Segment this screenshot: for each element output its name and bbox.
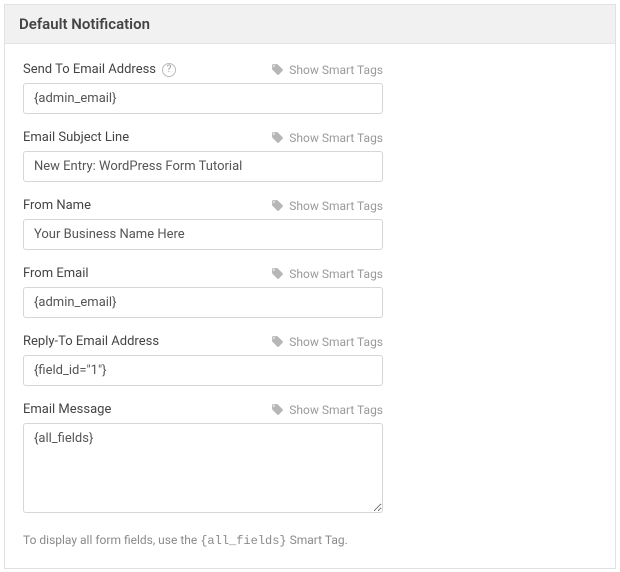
hint-suffix: Smart Tag. — [287, 533, 348, 547]
from-email-input[interactable] — [23, 287, 383, 318]
field-head: From Email Show Smart Tags — [23, 266, 383, 281]
hint-code: {all_fields} — [200, 534, 286, 548]
field-message: Email Message Show Smart Tags — [23, 402, 597, 517]
field-head: Email Message Show Smart Tags — [23, 402, 383, 417]
tag-icon — [271, 403, 284, 416]
panel-title: Default Notification — [19, 15, 601, 33]
smart-tags-label: Show Smart Tags — [289, 267, 383, 281]
smart-tags-label: Show Smart Tags — [289, 403, 383, 417]
smart-tags-label: Show Smart Tags — [289, 335, 383, 349]
field-head: From Name Show Smart Tags — [23, 198, 383, 213]
field-label-wrap: From Name — [23, 198, 91, 213]
tag-icon — [271, 63, 284, 76]
smart-tags-label: Show Smart Tags — [289, 199, 383, 213]
help-icon[interactable]: ? — [162, 63, 176, 77]
tag-icon — [271, 267, 284, 280]
panel-header: Default Notification — [5, 5, 615, 44]
label-from-name: From Name — [23, 198, 91, 213]
smart-tags-label: Show Smart Tags — [289, 131, 383, 145]
field-subject: Email Subject Line Show Smart Tags — [23, 130, 597, 182]
field-from-name: From Name Show Smart Tags — [23, 198, 597, 250]
send-to-input[interactable] — [23, 83, 383, 114]
show-smart-tags-button[interactable]: Show Smart Tags — [271, 131, 383, 145]
field-label-wrap: Reply-To Email Address — [23, 334, 159, 349]
field-reply-to: Reply-To Email Address Show Smart Tags — [23, 334, 597, 386]
subject-input[interactable] — [23, 151, 383, 182]
show-smart-tags-button[interactable]: Show Smart Tags — [271, 403, 383, 417]
label-subject: Email Subject Line — [23, 130, 129, 145]
notification-panel: Default Notification Send To Email Addre… — [4, 4, 616, 569]
from-name-input[interactable] — [23, 219, 383, 250]
hint-text: To display all form fields, use the {all… — [23, 533, 597, 548]
field-label-wrap: Email Subject Line — [23, 130, 129, 145]
panel-body: Send To Email Address ? Show Smart Tags … — [5, 44, 615, 568]
field-label-wrap: Email Message — [23, 402, 111, 417]
show-smart-tags-button[interactable]: Show Smart Tags — [271, 199, 383, 213]
tag-icon — [271, 131, 284, 144]
field-head: Reply-To Email Address Show Smart Tags — [23, 334, 383, 349]
field-label-wrap: From Email — [23, 266, 89, 281]
field-from-email: From Email Show Smart Tags — [23, 266, 597, 318]
field-send-to: Send To Email Address ? Show Smart Tags — [23, 62, 597, 114]
reply-to-input[interactable] — [23, 355, 383, 386]
label-message: Email Message — [23, 402, 111, 417]
tag-icon — [271, 335, 284, 348]
field-head: Send To Email Address ? Show Smart Tags — [23, 62, 383, 77]
smart-tags-label: Show Smart Tags — [289, 63, 383, 77]
label-reply-to: Reply-To Email Address — [23, 334, 159, 349]
tag-icon — [271, 199, 284, 212]
label-from-email: From Email — [23, 266, 89, 281]
message-textarea[interactable] — [23, 423, 383, 513]
field-head: Email Subject Line Show Smart Tags — [23, 130, 383, 145]
hint-prefix: To display all form fields, use the — [23, 533, 200, 547]
field-label-wrap: Send To Email Address ? — [23, 62, 176, 77]
show-smart-tags-button[interactable]: Show Smart Tags — [271, 335, 383, 349]
show-smart-tags-button[interactable]: Show Smart Tags — [271, 63, 383, 77]
label-send-to: Send To Email Address — [23, 62, 156, 77]
show-smart-tags-button[interactable]: Show Smart Tags — [271, 267, 383, 281]
